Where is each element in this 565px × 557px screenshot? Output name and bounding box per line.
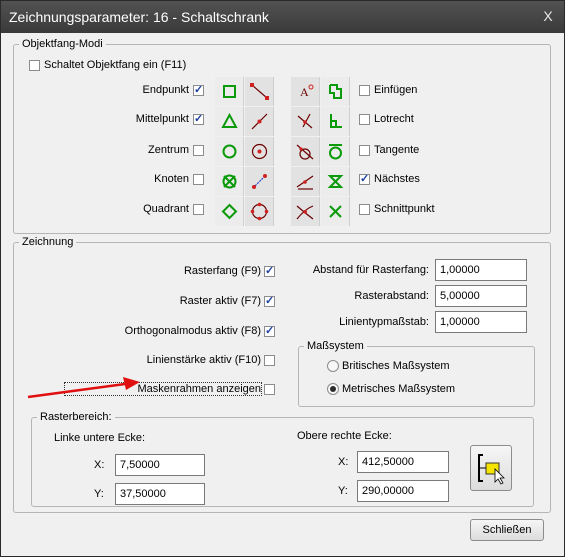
ll-y-label: Y: — [94, 488, 104, 500]
center-circle-dot-icon[interactable] — [245, 137, 274, 166]
raster-aktiv-checkbox[interactable] — [264, 294, 275, 307]
snap-label-mittelpunkt: Mittelpunkt — [135, 113, 189, 125]
insert-block-icon[interactable] — [321, 77, 350, 106]
title-bar[interactable]: Zeichnungsparameter: 16 - Schaltschrank … — [1, 1, 564, 33]
ll-x-label: X: — [94, 459, 105, 471]
snap-checkbox-naechstes[interactable] — [359, 172, 370, 185]
ll-y-input[interactable] — [115, 483, 205, 505]
svg-text:A: A — [300, 85, 309, 99]
tangent-circle-icon[interactable] — [321, 137, 350, 166]
snap-label-einfuegen: Einfügen — [374, 84, 418, 96]
snap-label-schnittpunkt: Schnittpunkt — [374, 203, 435, 215]
objektfang-master-checkbox[interactable] — [29, 60, 40, 71]
close-button[interactable]: Schließen — [470, 519, 544, 541]
lower-left-title: Linke untere Ecke: — [54, 432, 146, 444]
tangent-arc-icon[interactable] — [291, 137, 320, 166]
orthogonalmodus-checkbox[interactable] — [264, 324, 275, 337]
close-icon[interactable]: X — [540, 8, 556, 24]
snap-checkbox-lotrecht[interactable] — [359, 114, 370, 125]
ur-x-input[interactable] — [357, 451, 449, 473]
pick-rectangle-icon — [478, 454, 505, 485]
intersection-x-icon[interactable] — [321, 197, 350, 226]
insert-text-icon[interactable]: A — [291, 77, 320, 106]
linienstaerke-checkbox[interactable] — [264, 355, 275, 366]
node-circle-x-icon[interactable] — [215, 167, 244, 196]
orthogonalmodus-label: Orthogonalmodus aktiv (F8) — [124, 325, 261, 337]
objektfang-group-title: Objektfang-Modi — [22, 38, 103, 50]
dialog-client: Objektfang-Modi Schaltet Objektfang ein … — [5, 33, 560, 553]
snap-checkbox-einfuegen[interactable] — [359, 85, 370, 96]
upper-right-title: Obere rechte Ecke: — [297, 430, 392, 442]
snap-label-quadrant: Quadrant — [143, 203, 189, 215]
masssystem-group: Maßsystem — [298, 340, 535, 407]
nearest-line-icon[interactable] — [291, 167, 320, 196]
rasterbereich-group-title: Rasterbereich: — [40, 411, 112, 423]
midpoint-line-icon[interactable] — [245, 107, 274, 136]
raster-aktiv-label: Raster aktiv (F7) — [179, 295, 261, 307]
endpoint-square-icon[interactable] — [215, 77, 244, 106]
midpoint-triangle-icon[interactable] — [215, 107, 244, 136]
snap-label-endpunkt: Endpunkt — [142, 84, 189, 96]
rasterbereich-group: Rasterbereich: — [31, 411, 534, 507]
linienstaerke-label: Linienstärke aktiv (F10) — [146, 354, 261, 366]
snap-label-naechstes: Nächstes — [374, 173, 420, 185]
snap-checkbox-quadrant[interactable] — [193, 204, 204, 215]
quadrant-diamond-icon[interactable] — [215, 197, 244, 226]
snap-checkbox-tangente[interactable] — [359, 145, 370, 156]
objektfang-master-label: Schaltet Objektfang ein (F11) — [44, 59, 187, 71]
ur-y-label: Y: — [338, 485, 348, 497]
metrisch-radio[interactable] — [327, 383, 339, 395]
snap-checkbox-schnittpunkt[interactable] — [359, 204, 370, 215]
snap-checkbox-knoten[interactable] — [193, 174, 204, 185]
perpendicular-lines-icon[interactable] — [291, 107, 320, 136]
snap-label-tangente: Tangente — [374, 144, 420, 156]
masssystem-group-title: Maßsystem — [307, 340, 364, 352]
maskenrahmen-checkbox[interactable] — [264, 384, 275, 395]
dialog-window: Zeichnungsparameter: 16 - Schaltschrank … — [0, 0, 565, 557]
perpendicular-icon[interactable] — [321, 107, 350, 136]
ur-x-label: X: — [338, 456, 349, 468]
intersection-curves-icon[interactable] — [291, 197, 320, 226]
nearest-hourglass-icon[interactable] — [321, 167, 350, 196]
linientypmassstab-label: Linientypmaßstab: — [339, 316, 429, 328]
britisch-radio[interactable] — [327, 360, 339, 372]
center-circle-icon[interactable] — [215, 137, 244, 166]
zeichnung-group-title: Zeichnung — [22, 236, 74, 248]
snap-checkbox-zentrum[interactable] — [193, 145, 204, 156]
rasterfang-checkbox[interactable] — [264, 264, 275, 277]
annotation-arrow-icon — [27, 377, 140, 399]
quadrant-circle-points-icon[interactable] — [245, 197, 274, 226]
endpoint-line-icon[interactable] — [245, 77, 274, 106]
snap-label-zentrum: Zentrum — [148, 144, 189, 156]
snap-checkbox-endpunkt[interactable] — [193, 83, 204, 96]
rasterfang-distance-label: Abstand für Rasterfang: — [312, 264, 429, 276]
rasterfang-label: Rasterfang (F9) — [183, 265, 261, 277]
node-arrow-icon[interactable] — [245, 167, 274, 196]
rasterabstand-label: Rasterabstand: — [354, 290, 429, 302]
rasterfang-distance-input[interactable] — [435, 259, 527, 281]
ll-x-input[interactable] — [115, 454, 205, 476]
snap-label-lotrecht: Lotrecht — [374, 113, 414, 125]
rasterabstand-input[interactable] — [435, 285, 527, 307]
ur-y-input[interactable] — [357, 480, 449, 502]
snap-label-knoten: Knoten — [154, 173, 189, 185]
snap-checkbox-mittelpunkt[interactable] — [193, 112, 204, 125]
britisch-label: Britisches Maßsystem — [342, 360, 450, 372]
linientypmassstab-input[interactable] — [435, 311, 527, 333]
metrisch-label: Metrisches Maßsystem — [342, 383, 456, 395]
window-title: Zeichnungsparameter: 16 - Schaltschrank — [9, 9, 269, 25]
pick-rectangle-button[interactable] — [470, 445, 512, 491]
